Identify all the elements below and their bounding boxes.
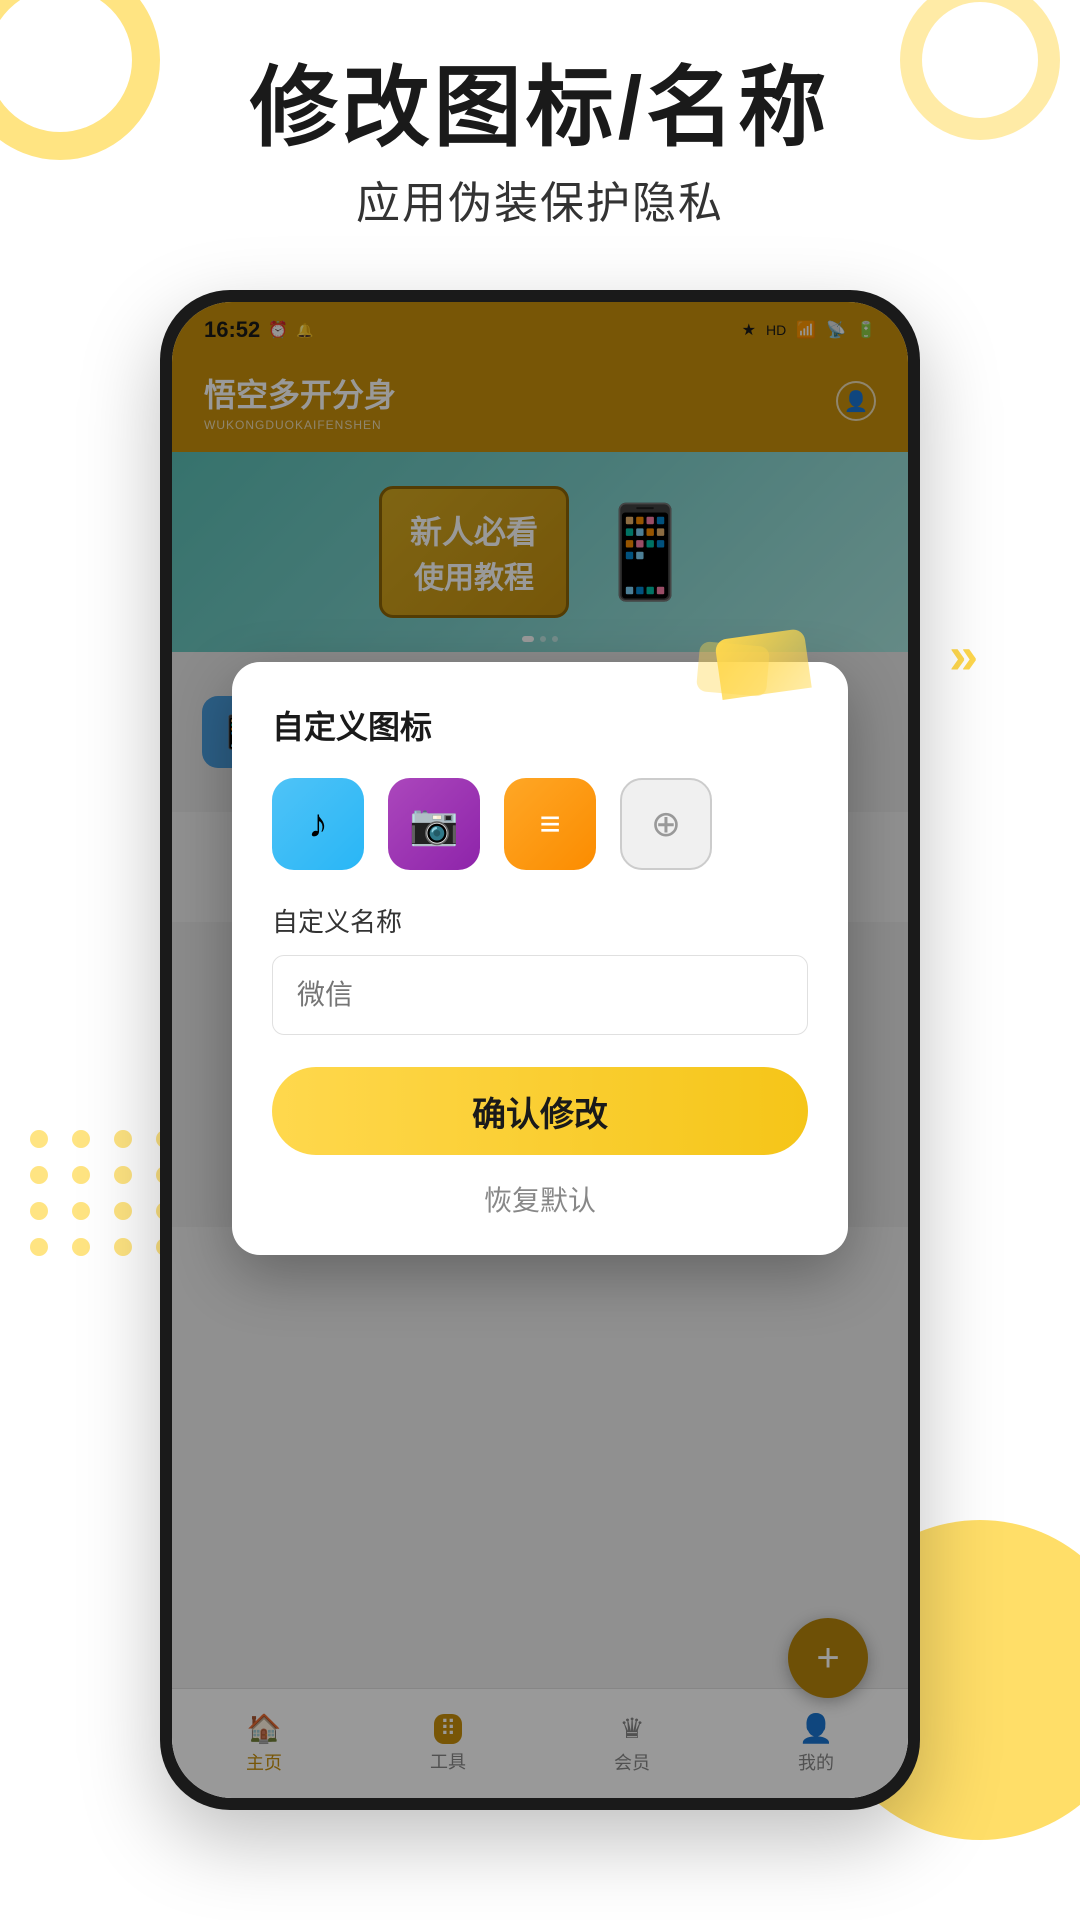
modal-deco-top2	[696, 641, 770, 697]
icon-options: ♪ 📷 ≡ ⊕	[272, 778, 808, 870]
phone-screen: 16:52 ⏰ 🔔 ★ HD 📶 📡 🔋 悟空多开分身 WUKONGDUOKAI…	[172, 302, 908, 1798]
page-title: 修改图标/名称	[0, 60, 1080, 157]
plus-icon: ⊕	[651, 803, 681, 845]
icon-option-menu[interactable]: ≡	[504, 778, 596, 870]
custom-name-label: 自定义名称	[272, 902, 808, 939]
deco-chevron-right-icon: »	[949, 630, 970, 682]
menu-icon: ≡	[539, 803, 560, 845]
icon-option-music[interactable]: ♪	[272, 778, 364, 870]
camera-icon: 📷	[409, 801, 459, 848]
restore-default-button[interactable]: 恢复默认	[272, 1179, 808, 1219]
phone-mockup: 16:52 ⏰ 🔔 ★ HD 📶 📡 🔋 悟空多开分身 WUKONGDUOKAI…	[160, 290, 920, 1810]
icon-option-camera[interactable]: 📷	[388, 778, 480, 870]
music-note-icon: ♪	[308, 802, 328, 847]
header-area: 修改图标/名称 应用伪装保护隐私	[0, 60, 1080, 231]
modal-title: 自定义图标	[272, 702, 808, 748]
confirm-button[interactable]: 确认修改	[272, 1067, 808, 1155]
modal-card: 自定义图标 ♪ 📷 ≡ ⊕ 自定义	[232, 662, 848, 1255]
modal-overlay[interactable]: 自定义图标 ♪ 📷 ≡ ⊕ 自定义	[172, 302, 908, 1798]
custom-name-input[interactable]	[272, 955, 808, 1035]
page-subtitle: 应用伪装保护隐私	[0, 167, 1080, 231]
icon-option-add[interactable]: ⊕	[620, 778, 712, 870]
